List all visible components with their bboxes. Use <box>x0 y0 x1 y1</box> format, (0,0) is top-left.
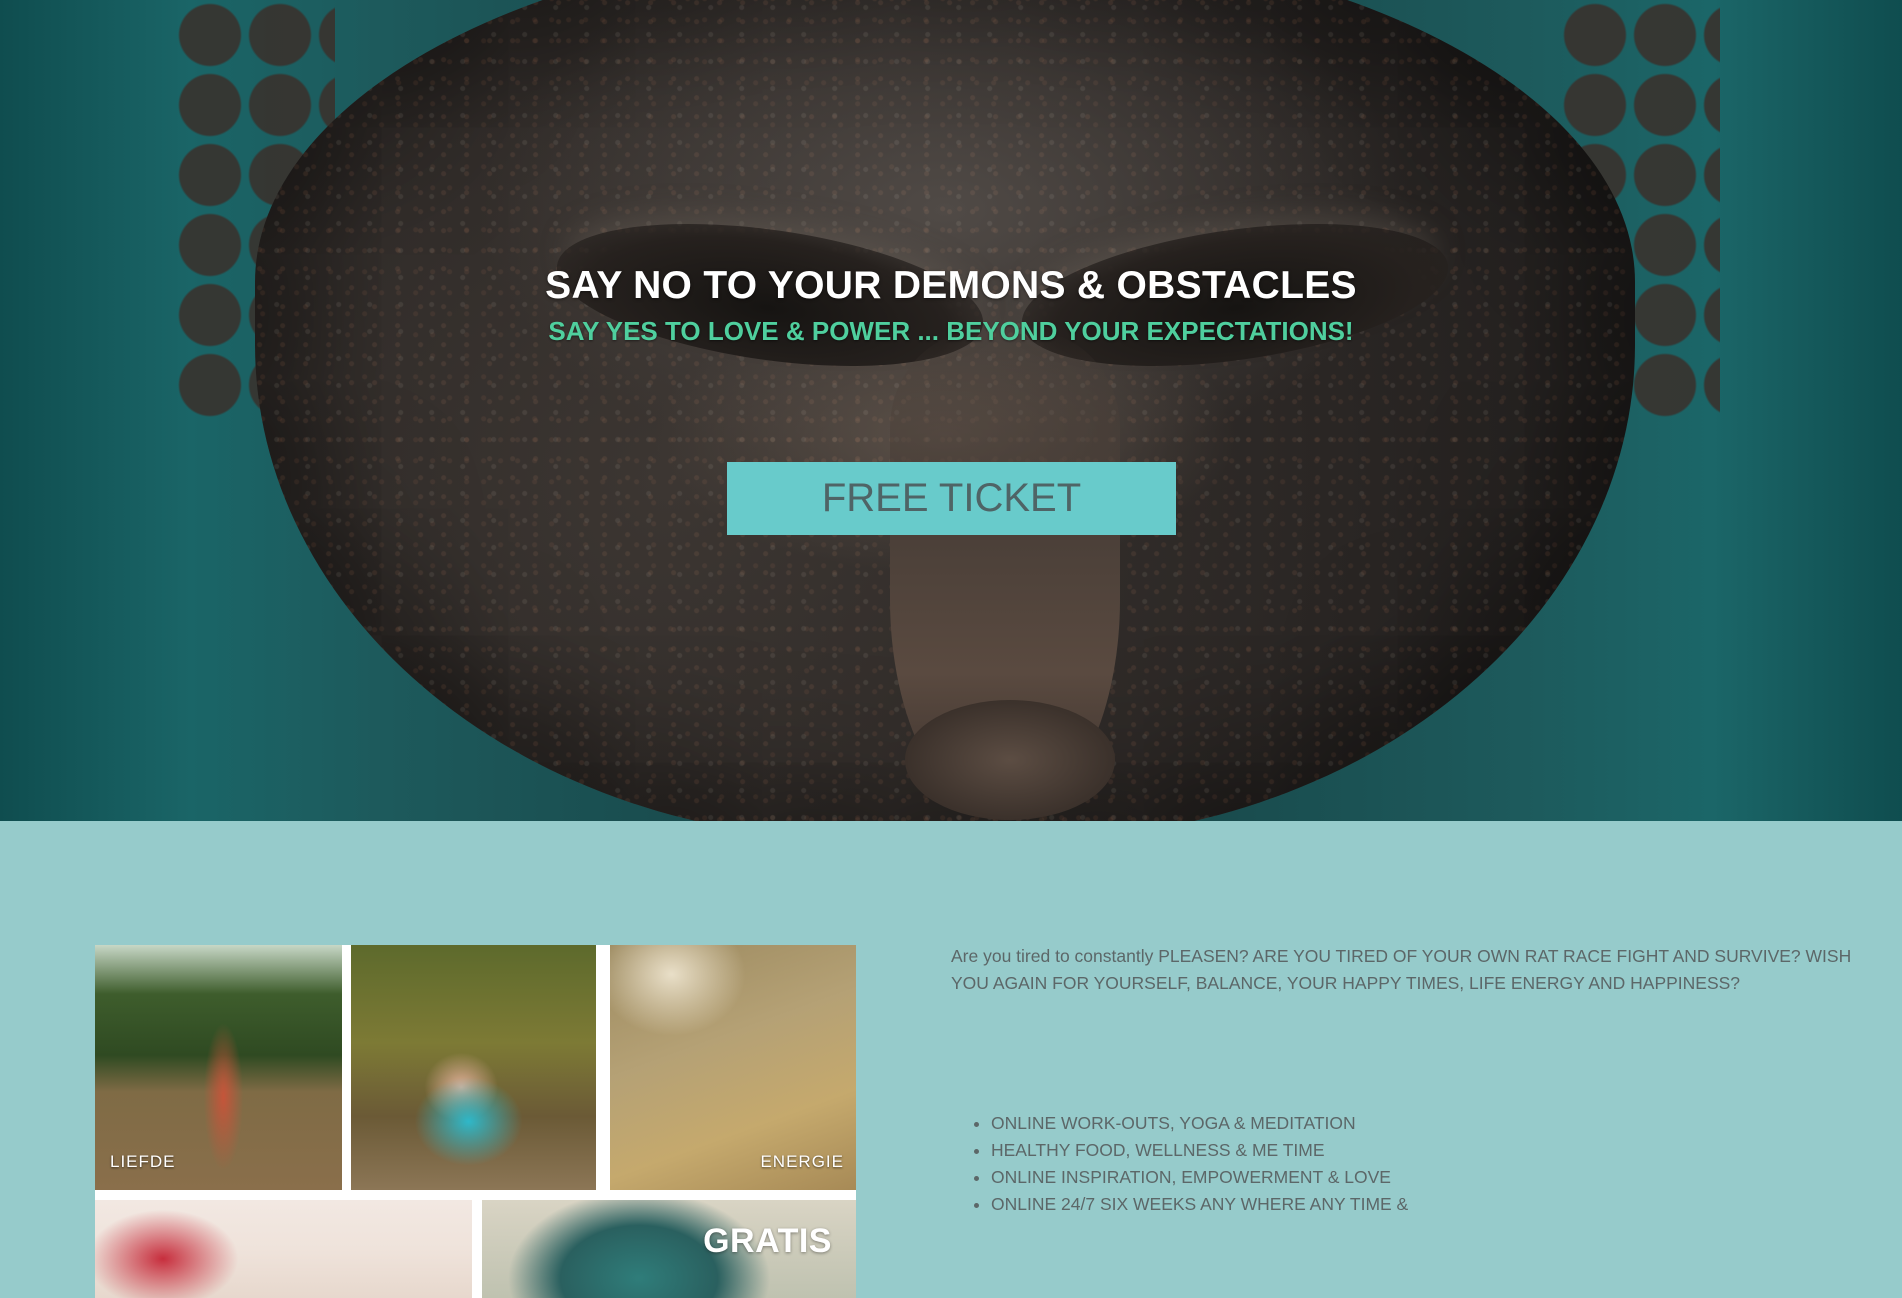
free-ticket-button[interactable]: FREE TICKET <box>727 462 1176 535</box>
feature-item: ONLINE 24/7 SIX WEEKS ANY WHERE ANY TIME… <box>991 1191 1408 1218</box>
hero-section: SAY NO TO YOUR DEMONS & OBSTACLES SAY YE… <box>0 0 1902 821</box>
hero-image-nose-tip <box>905 700 1115 820</box>
hero-title: SAY NO TO YOUR DEMONS & OBSTACLES <box>545 264 1357 307</box>
hero-subtitle: SAY YES TO LOVE & POWER ... BEYOND YOUR … <box>548 316 1354 346</box>
collage-label-energie: ENERGIE <box>760 1152 844 1171</box>
feature-item: HEALTHY FOOD, WELLNESS & ME TIME <box>991 1137 1408 1164</box>
collage-label-liefde: LIEFDE <box>110 1152 176 1171</box>
intro-text: Are you tired to constantly PLEASEN? ARE… <box>951 946 1852 993</box>
feature-item: ONLINE WORK-OUTS, YOGA & MEDITATION <box>991 1110 1408 1137</box>
collage-tile-gift <box>95 1200 472 1298</box>
feature-item: ONLINE INSPIRATION, EMPOWERMENT & LOVE <box>991 1164 1408 1191</box>
collage-label-gratis: GRATIS <box>703 1222 832 1260</box>
collage-tile-energie: ENERGIE <box>610 945 856 1190</box>
photo-collage: LIEFDE ENERGIE GRATIS <box>95 945 856 1298</box>
collage-tile-swing <box>351 945 596 1190</box>
collage-tile-gratis: GRATIS <box>482 1200 856 1298</box>
collage-tile-liefde: LIEFDE <box>95 945 342 1190</box>
feature-list: ONLINE WORK-OUTS, YOGA & MEDITATION HEAL… <box>951 1110 1408 1218</box>
